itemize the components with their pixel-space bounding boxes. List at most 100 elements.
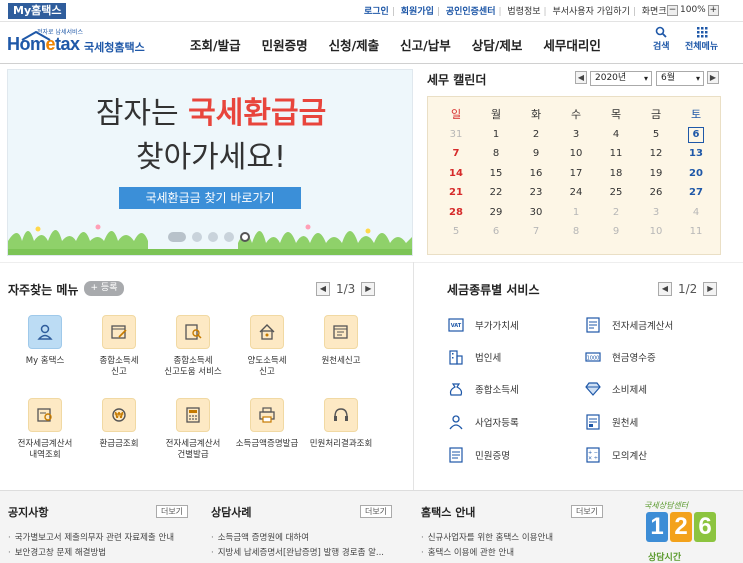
fav-my-hometax[interactable]: My 홈택스 bbox=[8, 315, 82, 367]
calendar-day[interactable]: 24 bbox=[556, 183, 596, 203]
calendar-day[interactable]: 7 bbox=[436, 144, 476, 164]
calendar-day[interactable]: 2 bbox=[516, 125, 556, 145]
call-center-126-banner[interactable]: 국세상담센터 1 2 6 상담시간 bbox=[640, 500, 724, 563]
favorites-next-button[interactable]: ▶ bbox=[361, 282, 376, 296]
fav-capital-gains-tax[interactable]: 양도소득세 신고 bbox=[230, 315, 304, 378]
fav-refund-inquiry[interactable]: ₩ 환급금조회 bbox=[82, 398, 156, 450]
calendar-day[interactable]: 5 bbox=[636, 125, 676, 145]
nav-tax-agent[interactable]: 세무대리인 bbox=[543, 35, 601, 54]
calendar-day[interactable]: 27 bbox=[676, 183, 716, 203]
calendar-day[interactable]: 3 bbox=[636, 203, 676, 223]
calendar-day[interactable]: 23 bbox=[516, 183, 556, 203]
tax-income[interactable]: 종합소득세 bbox=[447, 380, 519, 398]
fav-e-invoice-issue[interactable]: 전자세금계산서 건별발급 bbox=[156, 398, 230, 461]
fav-income-tax-help[interactable]: 종합소득세 신고도움 서비스 bbox=[156, 315, 230, 378]
add-favorite-button[interactable]: + 등록 bbox=[84, 281, 124, 296]
calendar-day[interactable]: 1 bbox=[556, 203, 596, 223]
calendar-day[interactable]: 25 bbox=[596, 183, 636, 203]
calendar-day[interactable]: 11 bbox=[676, 222, 716, 242]
signup-link[interactable]: 회원가입 bbox=[399, 7, 436, 17]
banner-dot[interactable] bbox=[224, 232, 234, 242]
cert-center-link[interactable]: 공인인증센터 bbox=[444, 7, 498, 17]
tax-cash-receipt[interactable]: 1000 현금영수증 bbox=[584, 348, 656, 366]
calendar-day[interactable]: 4 bbox=[596, 125, 636, 145]
tax-withholding[interactable]: 원천세 bbox=[584, 413, 638, 431]
calendar-day[interactable]: 26 bbox=[636, 183, 676, 203]
prev-year-button[interactable]: ◀ bbox=[575, 71, 587, 84]
calendar-day[interactable]: 3 bbox=[556, 125, 596, 145]
nav-consult-tip[interactable]: 상담/제보 bbox=[472, 35, 523, 54]
login-link[interactable]: 로그인 bbox=[362, 7, 391, 17]
year-select[interactable]: 2020년 ▾ bbox=[590, 71, 652, 86]
calendar-day[interactable]: 9 bbox=[596, 222, 636, 242]
calendar-day[interactable]: 21 bbox=[436, 183, 476, 203]
all-menu-button[interactable]: 전체메뉴 bbox=[685, 25, 718, 52]
tax-type-next-button[interactable]: ▶ bbox=[703, 282, 718, 296]
calendar-day[interactable]: 13 bbox=[676, 144, 716, 164]
banner-dot[interactable] bbox=[168, 232, 186, 242]
tax-business-registration[interactable]: 사업자등록 bbox=[447, 413, 519, 431]
fav-e-invoice-history[interactable]: 전자세금계산서 내역조회 bbox=[8, 398, 82, 461]
tax-vat[interactable]: VAT 부가가치세 bbox=[447, 316, 519, 334]
calendar-day[interactable]: 20 bbox=[676, 164, 716, 184]
calendar-day[interactable]: 6 bbox=[476, 222, 516, 242]
calendar-day[interactable]: 11 bbox=[596, 144, 636, 164]
guide-item[interactable]: 신규사업자를 위한 홈택스 이용안내 bbox=[421, 531, 553, 543]
calendar-day[interactable]: 14 bbox=[436, 164, 476, 184]
tax-consumption[interactable]: 소비제세 bbox=[584, 380, 647, 398]
notice-item[interactable]: 국가별보고서 제출의무자 관련 자료제출 안내 bbox=[8, 531, 174, 543]
favorites-prev-button[interactable]: ◀ bbox=[316, 282, 330, 296]
calendar-day[interactable]: 18 bbox=[596, 164, 636, 184]
calendar-day[interactable]: 22 bbox=[476, 183, 516, 203]
banner-dot[interactable] bbox=[208, 232, 218, 242]
calendar-day[interactable]: 12 bbox=[636, 144, 676, 164]
counsel-item[interactable]: 소득금액 증명원에 대하여 bbox=[211, 531, 309, 543]
nav-inquiry-issue[interactable]: 조회/발급 bbox=[190, 35, 241, 54]
calendar-day[interactable]: 9 bbox=[516, 144, 556, 164]
month-select[interactable]: 6월 ▾ bbox=[656, 71, 704, 86]
guide-more-button[interactable]: 더보기 bbox=[571, 505, 603, 518]
calendar-day[interactable]: 31 bbox=[436, 125, 476, 145]
guide-item[interactable]: 홈택스 이용에 관한 안내 bbox=[421, 546, 514, 558]
calendar-day[interactable]: 19 bbox=[636, 164, 676, 184]
calendar-day[interactable]: 2 bbox=[596, 203, 636, 223]
calendar-day[interactable]: 29 bbox=[476, 203, 516, 223]
tax-simulation[interactable]: + − × ÷ 모의계산 bbox=[584, 446, 647, 464]
notice-item[interactable]: 보안경고창 문제 해결방법 bbox=[8, 546, 106, 558]
hometax-logo[interactable]: 전자로 납세서비스 Hometax 국세청홈택스 bbox=[7, 26, 152, 60]
law-info-link[interactable]: 법령정보 bbox=[505, 7, 542, 17]
tax-civil-certificate[interactable]: 민원증명 bbox=[447, 446, 510, 464]
banner-dot[interactable] bbox=[192, 232, 202, 242]
calendar-day[interactable]: 10 bbox=[636, 222, 676, 242]
calendar-day[interactable]: 15 bbox=[476, 164, 516, 184]
fav-income-certificate[interactable]: 소득금액증명발급 bbox=[230, 398, 304, 450]
refund-banner[interactable]: 잠자는 국세환급금 찾아가세요! 국세환급금 찾기 바로가기 bbox=[7, 69, 413, 256]
calendar-day[interactable]: 28 bbox=[436, 203, 476, 223]
calendar-day[interactable]: 10 bbox=[556, 144, 596, 164]
calendar-day[interactable]: 6 bbox=[676, 125, 716, 145]
zoom-in-button[interactable]: + bbox=[707, 5, 719, 16]
calendar-day[interactable]: 7 bbox=[516, 222, 556, 242]
calendar-day[interactable]: 17 bbox=[556, 164, 596, 184]
zoom-out-button[interactable]: − bbox=[667, 5, 678, 16]
calendar-day[interactable]: 1 bbox=[476, 125, 516, 145]
nav-civil-certificate[interactable]: 민원증명 bbox=[262, 35, 308, 54]
calendar-day[interactable]: 4 bbox=[676, 203, 716, 223]
nav-report-pay[interactable]: 신고/납부 bbox=[400, 35, 451, 54]
calendar-day[interactable]: 8 bbox=[556, 222, 596, 242]
my-hometax-badge[interactable]: My홈택스 bbox=[8, 3, 67, 19]
fav-income-tax-report[interactable]: 종합소득세 신고 bbox=[82, 315, 156, 378]
tax-type-prev-button[interactable]: ◀ bbox=[658, 282, 672, 296]
calendar-day[interactable]: 8 bbox=[476, 144, 516, 164]
banner-pause-dot[interactable] bbox=[240, 232, 250, 242]
search-button[interactable]: 검색 bbox=[653, 25, 670, 52]
next-month-button[interactable]: ▶ bbox=[707, 71, 719, 84]
calendar-day[interactable]: 30 bbox=[516, 203, 556, 223]
calendar-day[interactable]: 5 bbox=[436, 222, 476, 242]
counsel-item[interactable]: 지방세 납세증명서[완납증명] 발행 경로좀 알... bbox=[211, 546, 384, 558]
tax-e-invoice[interactable]: 전자세금계산서 bbox=[584, 316, 673, 334]
refund-search-button[interactable]: 국세환급금 찾기 바로가기 bbox=[119, 187, 301, 209]
dept-user-signup-link[interactable]: 부서사용자 가입하기 bbox=[550, 7, 631, 17]
notice-more-button[interactable]: 더보기 bbox=[156, 505, 188, 518]
calendar-day[interactable]: 16 bbox=[516, 164, 556, 184]
